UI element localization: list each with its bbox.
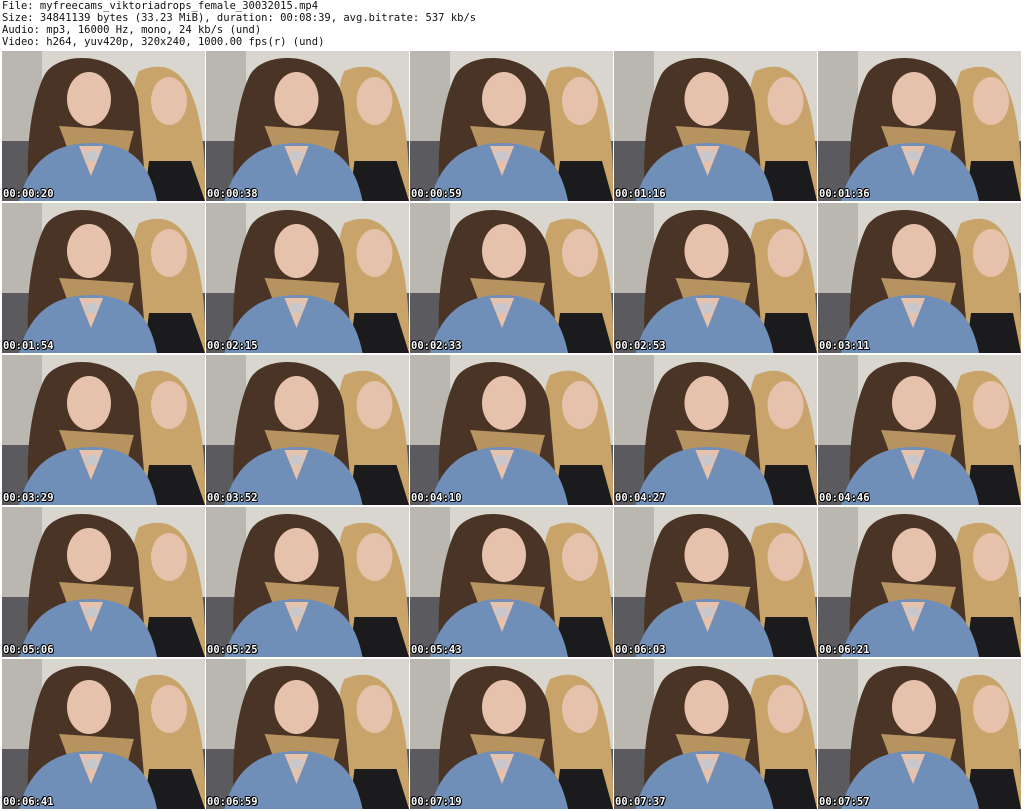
webcam-scene-image — [410, 355, 613, 505]
webcam-scene-image — [2, 51, 205, 201]
frame-timestamp: 00:05:25 — [207, 644, 258, 656]
file-info-header: File: myfreecams_viktoriadrops_female_30… — [2, 0, 1022, 50]
video-frame-thumbnail: 00:02:15 — [206, 203, 409, 353]
video-frame-thumbnail: 00:07:57 — [818, 659, 1021, 809]
webcam-scene-image — [614, 659, 817, 809]
frame-timestamp: 00:03:29 — [3, 492, 54, 504]
video-frame-thumbnail: 00:01:36 — [818, 51, 1021, 201]
frame-timestamp: 00:04:46 — [819, 492, 870, 504]
file-name-line: File: myfreecams_viktoriadrops_female_30… — [2, 0, 319, 12]
video-frame-thumbnail: 00:03:52 — [206, 355, 409, 505]
frame-timestamp: 00:05:06 — [3, 644, 54, 656]
frame-timestamp: 00:06:41 — [3, 796, 54, 808]
webcam-scene-image — [2, 659, 205, 809]
frame-timestamp: 00:01:54 — [3, 340, 54, 352]
webcam-scene-image — [818, 659, 1021, 809]
webcam-scene-image — [206, 203, 409, 353]
frame-timestamp: 00:03:11 — [819, 340, 870, 352]
webcam-scene-image — [818, 203, 1021, 353]
video-frame-thumbnail: 00:04:27 — [614, 355, 817, 505]
webcam-scene-image — [614, 203, 817, 353]
frame-timestamp: 00:06:59 — [207, 796, 258, 808]
video-frame-thumbnail: 00:01:54 — [2, 203, 205, 353]
frame-timestamp: 00:06:21 — [819, 644, 870, 656]
video-frame-thumbnail: 00:06:03 — [614, 507, 817, 657]
audio-info-line: Audio: mp3, 16000 Hz, mono, 24 kb/s (und… — [2, 24, 262, 36]
video-frame-thumbnail: 00:04:10 — [410, 355, 613, 505]
video-frame-thumbnail: 00:06:59 — [206, 659, 409, 809]
video-frame-thumbnail: 00:02:53 — [614, 203, 817, 353]
video-frame-thumbnail: 00:00:20 — [2, 51, 205, 201]
frame-timestamp: 00:02:15 — [207, 340, 258, 352]
video-frame-thumbnail: 00:00:59 — [410, 51, 613, 201]
webcam-scene-image — [818, 355, 1021, 505]
webcam-scene-image — [206, 507, 409, 657]
video-frame-thumbnail: 00:07:37 — [614, 659, 817, 809]
webcam-scene-image — [818, 51, 1021, 201]
thumbnail-grid: 00:00:20 00:00:38 00:00:59 00:01:16 00:01:36… — [2, 51, 1022, 811]
video-frame-thumbnail: 00:01:16 — [614, 51, 817, 201]
webcam-scene-image — [2, 355, 205, 505]
webcam-scene-image — [2, 507, 205, 657]
video-frame-thumbnail: 00:06:21 — [818, 507, 1021, 657]
frame-timestamp: 00:01:16 — [615, 188, 666, 200]
frame-timestamp: 00:07:19 — [411, 796, 462, 808]
webcam-scene-image — [410, 659, 613, 809]
frame-timestamp: 00:04:27 — [615, 492, 666, 504]
webcam-scene-image — [614, 355, 817, 505]
frame-timestamp: 00:00:59 — [411, 188, 462, 200]
frame-timestamp: 00:00:38 — [207, 188, 258, 200]
file-size-line: Size: 34841139 bytes (33.23 MiB), durati… — [2, 12, 477, 24]
webcam-scene-image — [206, 51, 409, 201]
frame-timestamp: 00:02:33 — [411, 340, 462, 352]
video-frame-thumbnail: 00:07:19 — [410, 659, 613, 809]
webcam-scene-image — [410, 203, 613, 353]
video-frame-thumbnail: 00:04:46 — [818, 355, 1021, 505]
video-frame-thumbnail: 00:02:33 — [410, 203, 613, 353]
webcam-scene-image — [2, 203, 205, 353]
video-frame-thumbnail: 00:05:06 — [2, 507, 205, 657]
webcam-scene-image — [410, 507, 613, 657]
webcam-scene-image — [206, 659, 409, 809]
webcam-scene-image — [410, 51, 613, 201]
video-info-line: Video: h264, yuv420p, 320x240, 1000.00 f… — [2, 36, 325, 48]
video-frame-thumbnail: 00:05:25 — [206, 507, 409, 657]
frame-timestamp: 00:07:37 — [615, 796, 666, 808]
webcam-scene-image — [206, 355, 409, 505]
frame-timestamp: 00:05:43 — [411, 644, 462, 656]
webcam-scene-image — [818, 507, 1021, 657]
video-frame-thumbnail: 00:03:11 — [818, 203, 1021, 353]
webcam-scene-image — [614, 51, 817, 201]
video-frame-thumbnail: 00:03:29 — [2, 355, 205, 505]
frame-timestamp: 00:04:10 — [411, 492, 462, 504]
frame-timestamp: 00:07:57 — [819, 796, 870, 808]
frame-timestamp: 00:02:53 — [615, 340, 666, 352]
frame-timestamp: 00:01:36 — [819, 188, 870, 200]
video-frame-thumbnail: 00:05:43 — [410, 507, 613, 657]
frame-timestamp: 00:06:03 — [615, 644, 666, 656]
frame-timestamp: 00:03:52 — [207, 492, 258, 504]
webcam-scene-image — [614, 507, 817, 657]
video-frame-thumbnail: 00:00:38 — [206, 51, 409, 201]
frame-timestamp: 00:00:20 — [3, 188, 54, 200]
video-frame-thumbnail: 00:06:41 — [2, 659, 205, 809]
